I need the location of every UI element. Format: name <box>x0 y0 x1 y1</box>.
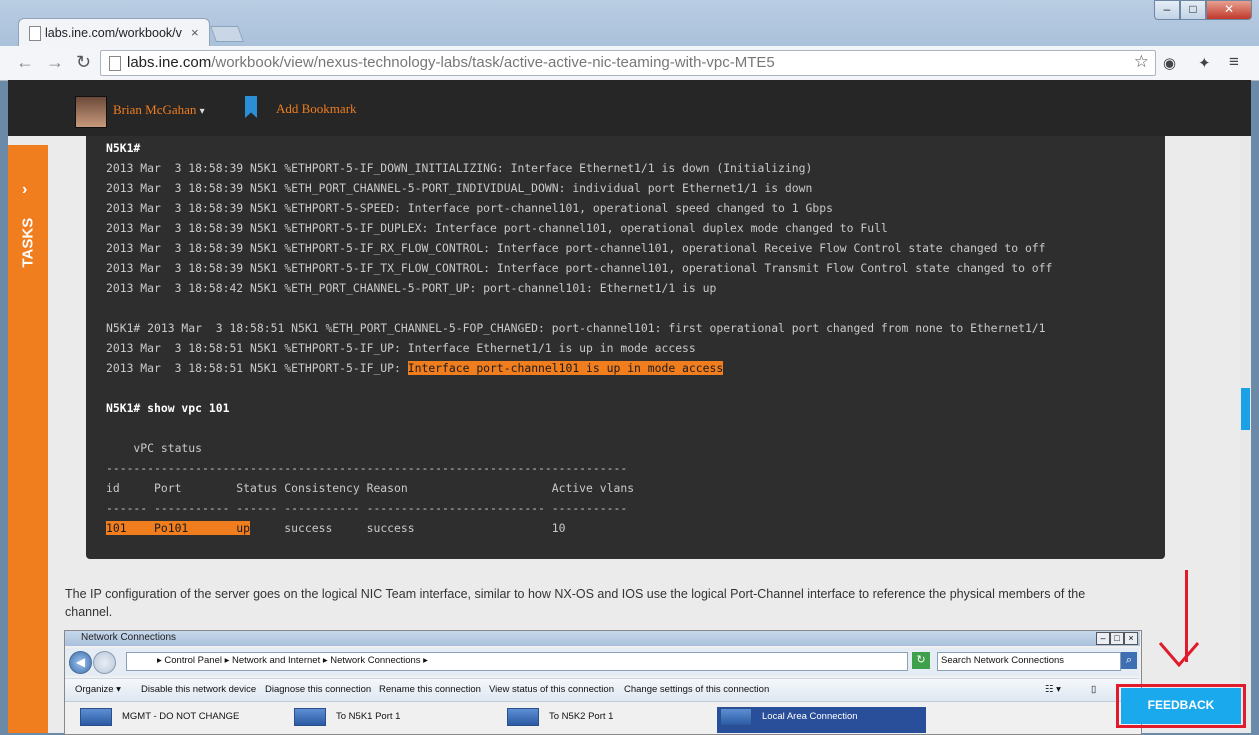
terminal-line: N5K1# <box>106 141 141 155</box>
preview-pane-icon[interactable]: ▯ <box>1091 684 1096 695</box>
close-tab-icon[interactable]: × <box>191 25 199 40</box>
terminal-line: ----------------------------------------… <box>106 461 628 475</box>
network-adapter-icon <box>720 708 752 726</box>
terminal-line: 2013 Mar 3 18:58:39 N5K1 %ETHPORT-5-IF_T… <box>106 261 1053 275</box>
minimize-button[interactable]: – <box>1154 0 1180 20</box>
command-bar: Organize ▾ Disable this network device D… <box>65 678 1139 702</box>
tasks-sidebar[interactable]: › TASKS <box>8 145 48 733</box>
chevron-down-icon: ▾ <box>199 106 205 117</box>
terminal-line: ------ ----------- ------ ----------- --… <box>106 501 628 515</box>
page-icon <box>29 26 41 41</box>
arrow-down-icon <box>1158 642 1200 668</box>
terminal-line: 2013 Mar 3 18:58:42 N5K1 %ETH_PORT_CHANN… <box>106 281 717 295</box>
close-window-button[interactable]: ✕ <box>1206 0 1252 20</box>
maximize-button[interactable]: □ <box>1180 0 1206 20</box>
network-adapter-icon <box>507 708 539 726</box>
terminal-text: success success 10 <box>250 521 566 535</box>
url-host: labs.ine.com <box>127 54 212 71</box>
terminal-line: 2013 Mar 3 18:58:39 N5K1 %ETHPORT-5-IF_D… <box>106 161 813 175</box>
terminal-line: id Port Status Consistency Reason Active… <box>106 481 635 495</box>
extension-icon-2[interactable]: ✦ <box>1198 54 1211 72</box>
scrollbar[interactable] <box>1240 136 1251 733</box>
terminal-line: N5K1# 2013 Mar 3 18:58:51 N5K1 %ETH_PORT… <box>106 321 1046 335</box>
star-icon[interactable]: ☆ <box>1134 52 1149 72</box>
url-path: /workbook/view/nexus-technology-labs/tas… <box>211 54 775 71</box>
highlighted-text: Interface port-channel101 is up in mode … <box>407 361 724 375</box>
forward-arrow-icon[interactable]: → <box>46 52 64 73</box>
disable-device-button[interactable]: Disable this network device <box>141 684 256 695</box>
network-adapter-icon <box>294 708 326 726</box>
avatar[interactable] <box>75 96 107 128</box>
search-icon[interactable]: ⌕ <box>1121 652 1137 669</box>
feedback-button[interactable]: FEEDBACK <box>1121 688 1241 724</box>
user-name: Brian McGahan <box>113 102 197 117</box>
terminal-line: 101 Po101 up success success 10 <box>106 521 565 535</box>
network-adapter-icon <box>80 708 112 726</box>
add-bookmark-link[interactable]: Add Bookmark <box>276 101 357 117</box>
back-arrow-icon[interactable]: ← <box>16 52 34 73</box>
tab-title: labs.ine.com/workbook/v <box>45 26 182 40</box>
minimize-button[interactable]: – <box>1096 632 1110 645</box>
page-icon <box>109 56 121 71</box>
terminal-text: 2013 Mar 3 18:58:51 N5K1 %ETHPORT-5-IF_U… <box>106 361 408 375</box>
extension-icon[interactable]: ◉ <box>1163 54 1176 72</box>
window-titlebar: Network Connections <box>65 631 1140 646</box>
refresh-icon[interactable]: ↻ <box>912 652 930 669</box>
reload-icon[interactable]: ↻ <box>76 52 91 73</box>
search-placeholder: Search Network Connections <box>941 655 1065 666</box>
close-window-button[interactable]: × <box>1124 632 1138 645</box>
forward-arrow-icon[interactable] <box>93 651 116 674</box>
terminal-line: 2013 Mar 3 18:58:51 N5K1 %ETHPORT-5-IF_U… <box>106 361 724 375</box>
back-arrow-icon[interactable]: ◀ <box>69 651 92 674</box>
view-options-icon[interactable]: ☷ ▾ <box>1045 684 1061 695</box>
terminal-line: 2013 Mar 3 18:58:39 N5K1 %ETHPORT-5-SPEE… <box>106 201 833 215</box>
terminal-line: vPC status <box>106 441 203 455</box>
maximize-button[interactable]: □ <box>1110 632 1124 645</box>
organize-button[interactable]: Organize ▾ <box>75 684 121 695</box>
terminal-command: N5K1# show vpc 101 <box>106 401 230 415</box>
terminal-line: 2013 Mar 3 18:58:51 N5K1 %ETHPORT-5-IF_U… <box>106 341 696 355</box>
scrollbar-thumb[interactable] <box>1241 388 1250 430</box>
search-input[interactable]: Search Network Connections <box>937 652 1121 671</box>
menu-icon[interactable]: ≡ <box>1229 52 1239 72</box>
tasks-label: TASKS <box>19 217 37 268</box>
terminal-line: 2013 Mar 3 18:58:39 N5K1 %ETH_PORT_CHANN… <box>106 181 813 195</box>
address-bar[interactable]: ▸ Control Panel ▸ Network and Internet ▸… <box>126 652 908 671</box>
chevron-right-icon: › <box>22 181 28 198</box>
change-settings-button[interactable]: Change settings of this connection <box>624 684 769 695</box>
view-status-button[interactable]: View status of this connection <box>489 684 614 695</box>
diagnose-button[interactable]: Diagnose this connection <box>265 684 371 695</box>
url-bar[interactable]: labs.ine.com/workbook/view/nexus-technol… <box>100 50 1156 76</box>
window-title: Network Connections <box>81 632 177 643</box>
terminal-line: 2013 Mar 3 18:58:39 N5K1 %ETHPORT-5-IF_D… <box>106 221 888 235</box>
rename-button[interactable]: Rename this connection <box>379 684 481 695</box>
new-tab-button[interactable] <box>210 26 244 42</box>
browser-tab[interactable]: labs.ine.com/workbook/v × <box>18 18 210 47</box>
address-path: ▸ Control Panel ▸ Network and Internet ▸… <box>157 655 428 666</box>
body-paragraph: The IP configuration of the server goes … <box>65 587 1086 619</box>
user-menu[interactable]: Brian McGahan ▾ <box>113 102 205 118</box>
terminal-line: 2013 Mar 3 18:58:39 N5K1 %ETHPORT-5-IF_R… <box>106 241 1046 255</box>
highlighted-text: 101 Po101 up <box>106 521 251 535</box>
